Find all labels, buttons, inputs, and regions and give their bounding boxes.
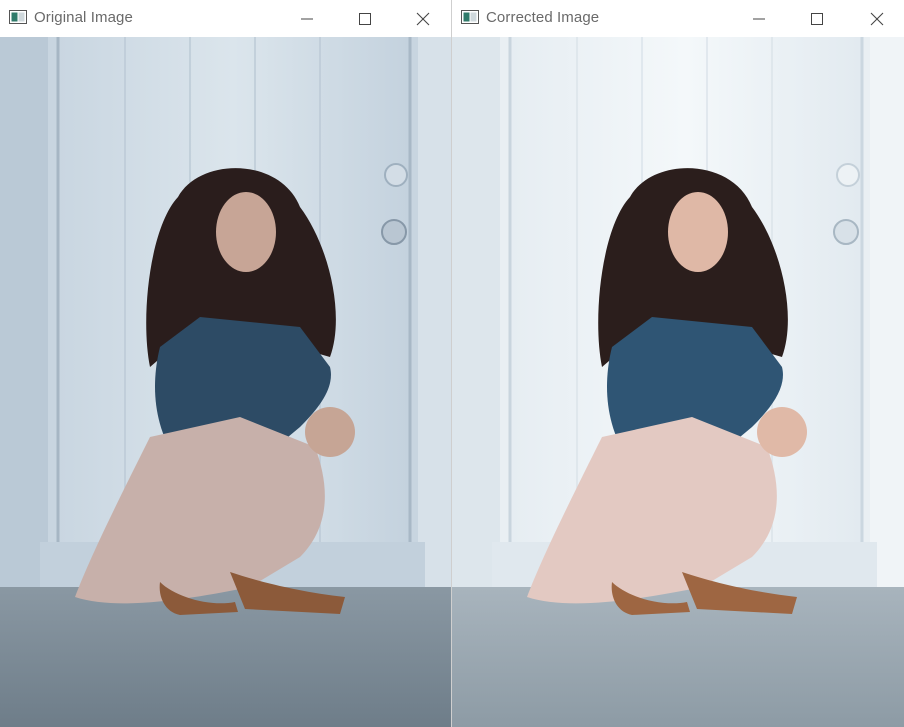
- maximize-icon: [811, 12, 823, 25]
- minimize-button[interactable]: [284, 0, 330, 37]
- window-title: Original Image: [34, 9, 133, 26]
- image-canvas: [0, 37, 451, 727]
- original-photo: [0, 37, 451, 727]
- image-window-icon: [9, 10, 27, 24]
- minimize-button[interactable]: [736, 0, 782, 37]
- corrected-image-window: Corrected Image: [452, 0, 904, 727]
- close-button[interactable]: [400, 0, 446, 37]
- maximize-button[interactable]: [794, 0, 840, 37]
- image-canvas: [452, 37, 904, 727]
- original-image-window: Original Image: [0, 0, 452, 727]
- close-icon: [870, 12, 884, 25]
- title-bar[interactable]: Corrected Image: [452, 0, 904, 37]
- image-window-icon: [461, 10, 479, 24]
- maximize-button[interactable]: [342, 0, 388, 37]
- maximize-icon: [359, 12, 371, 25]
- close-icon: [416, 12, 430, 25]
- title-bar[interactable]: Original Image: [0, 0, 451, 37]
- minimize-icon: [301, 18, 313, 19]
- close-button[interactable]: [854, 0, 900, 37]
- window-title: Corrected Image: [486, 9, 600, 26]
- corrected-photo: [452, 37, 904, 727]
- minimize-icon: [753, 18, 765, 19]
